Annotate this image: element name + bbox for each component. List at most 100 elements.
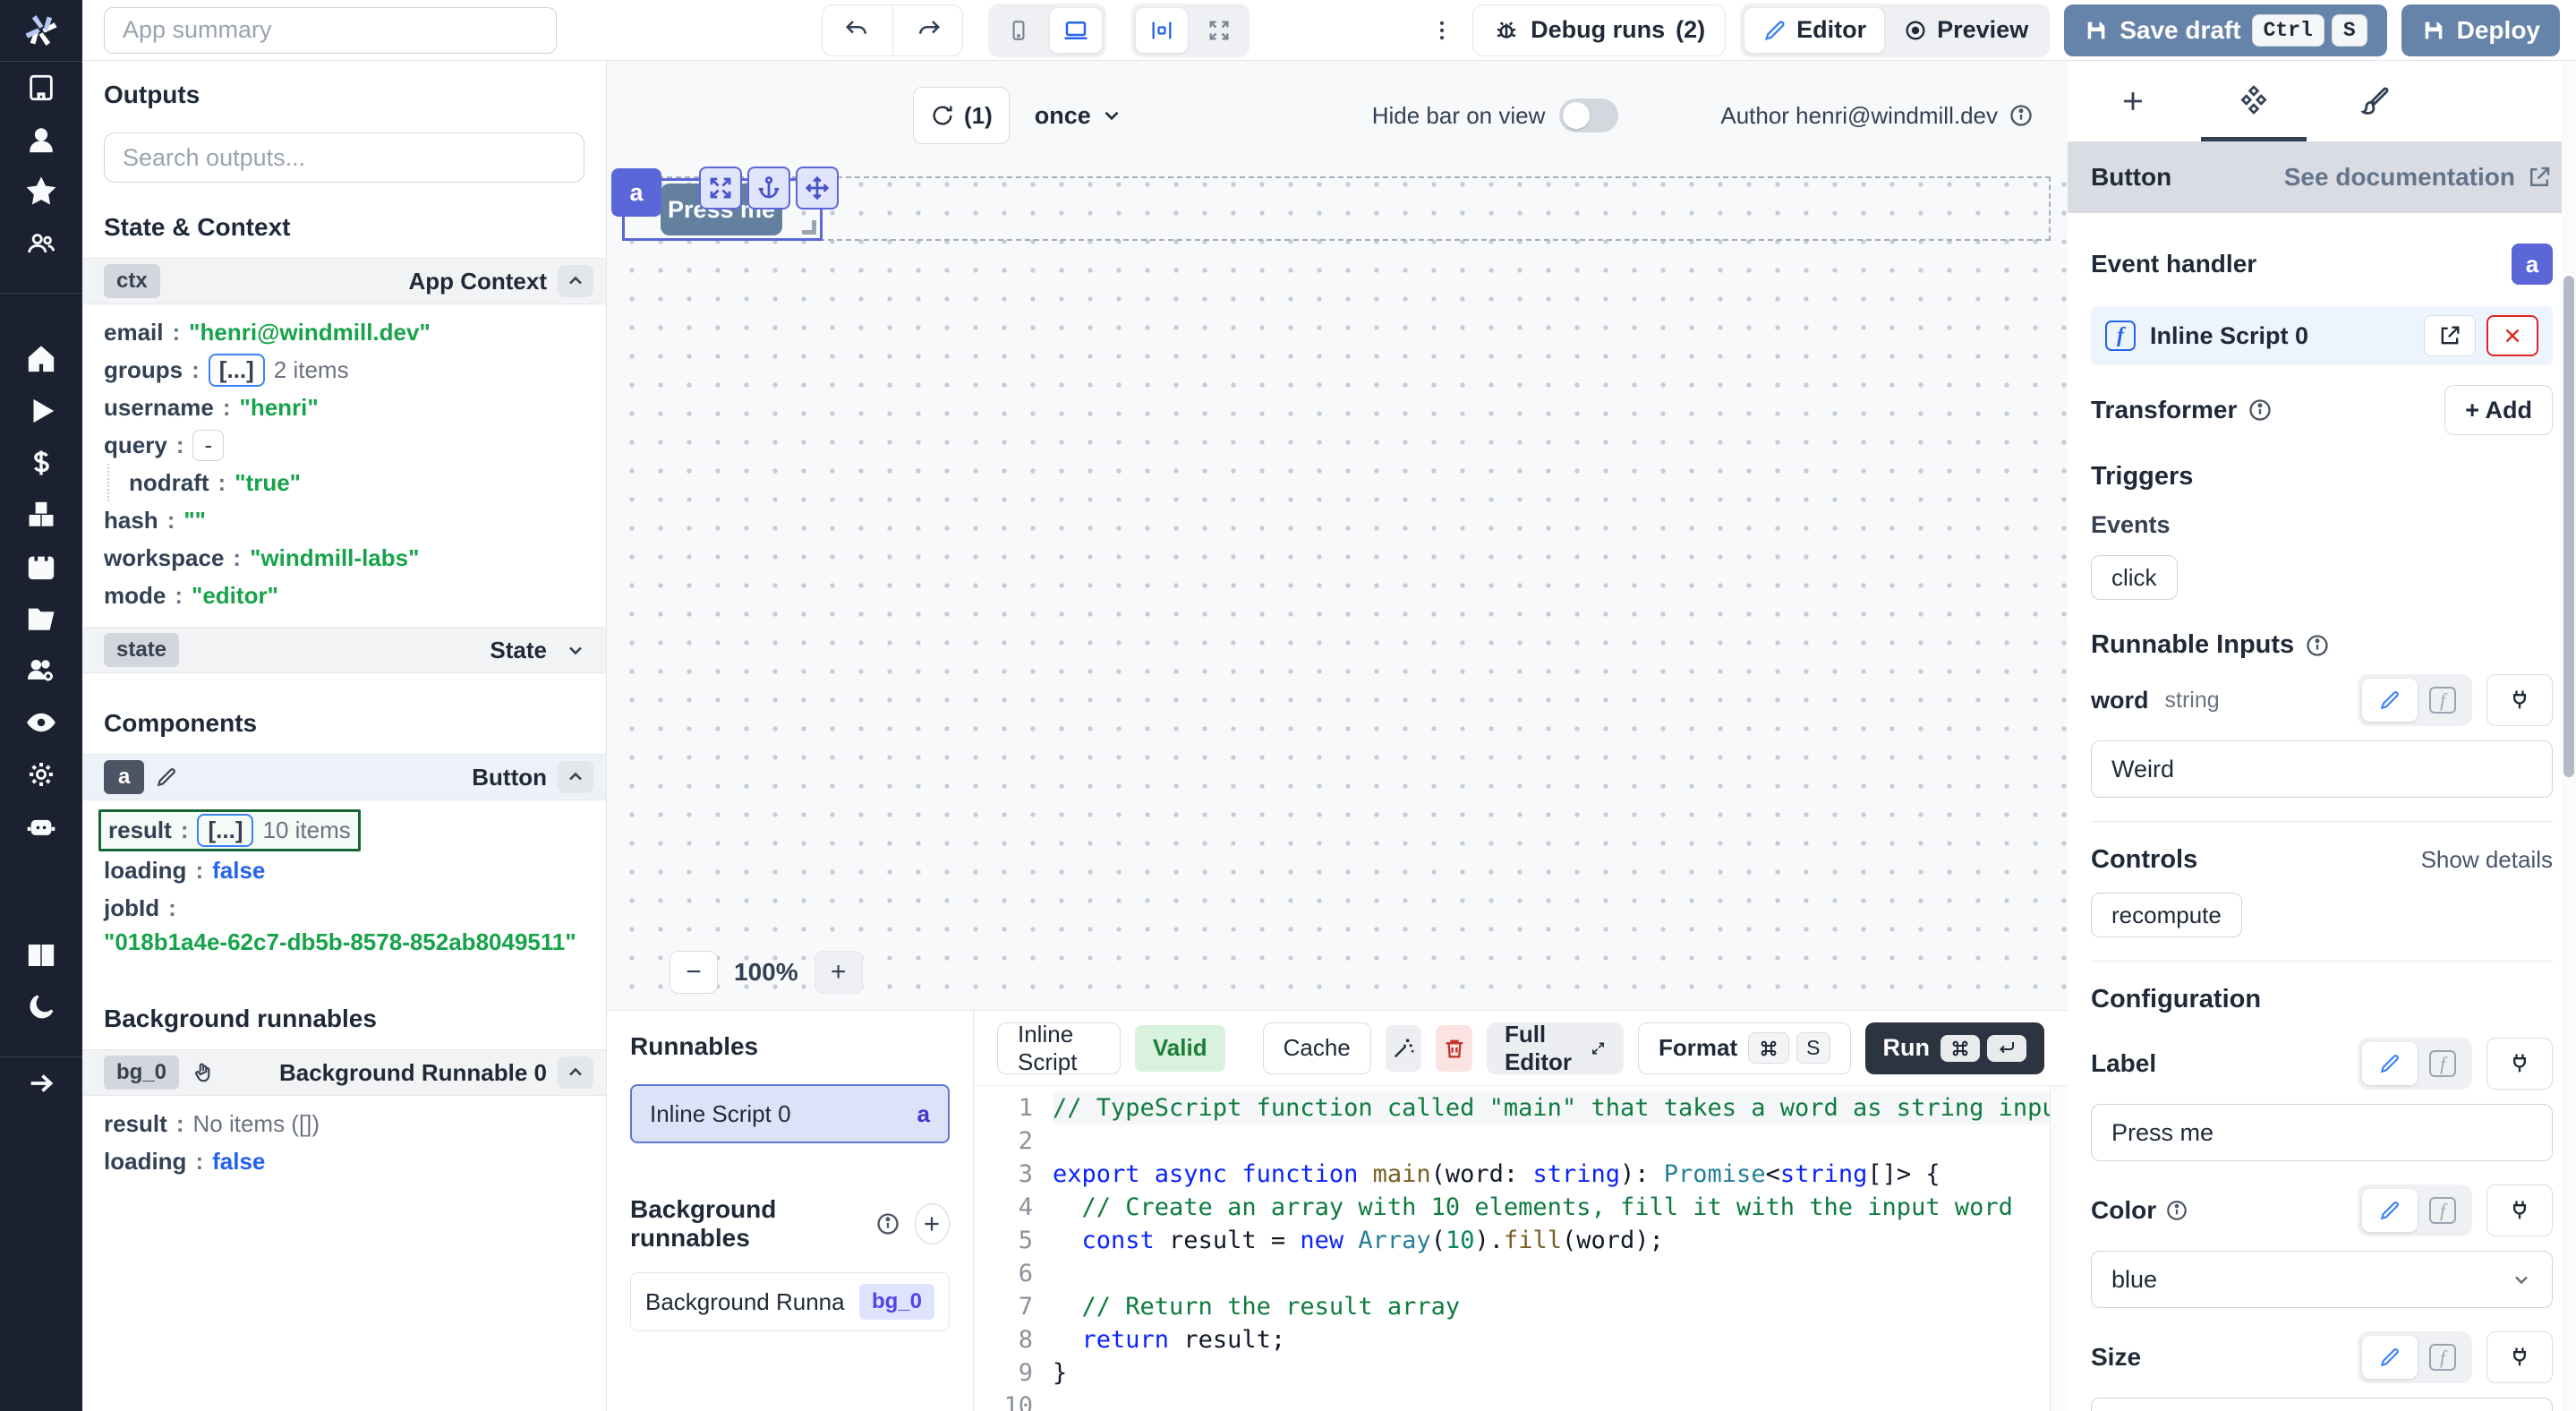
sidebar-dollar-icon[interactable] xyxy=(0,437,82,489)
redo-button[interactable] xyxy=(892,5,962,56)
info-icon[interactable] xyxy=(2165,1199,2188,1222)
add-transformer-button[interactable]: + Add xyxy=(2444,385,2553,435)
code-line[interactable]: export async function main(word: string)… xyxy=(1053,1158,2068,1191)
output-section-a[interactable]: aButton xyxy=(82,754,606,800)
inline-script-row[interactable]: f Inline Script 0 xyxy=(2091,306,2553,365)
color-select[interactable]: blue xyxy=(2091,1251,2553,1308)
connect-input-button[interactable] xyxy=(2486,1184,2553,1236)
open-script-button[interactable] xyxy=(2424,315,2476,356)
static-mode-button[interactable] xyxy=(2362,679,2418,722)
connect-input-button[interactable] xyxy=(2486,674,2553,726)
code-content[interactable]: // TypeScript function called "main" tha… xyxy=(1033,1086,2068,1411)
info-icon[interactable] xyxy=(2305,633,2330,658)
debug-runs-button[interactable]: Debug runs (2) xyxy=(1472,4,1726,56)
fullscreen-button[interactable] xyxy=(1192,7,1246,54)
chevron-up-icon[interactable] xyxy=(558,1056,593,1089)
hide-bar-toggle[interactable] xyxy=(1559,98,1618,133)
output-row-result[interactable]: result:[...]10 items xyxy=(98,809,361,851)
expand-handle[interactable] xyxy=(699,167,742,210)
pencil-icon[interactable] xyxy=(155,765,178,789)
output-row-result[interactable]: result:No items ([]) xyxy=(104,1105,584,1142)
eval-mode-button[interactable]: f xyxy=(2418,1336,2468,1379)
frequency-dropdown[interactable]: once xyxy=(1035,102,1123,130)
sidebar-admin-icon[interactable] xyxy=(0,645,82,697)
sidebar-home-icon[interactable] xyxy=(0,333,82,385)
sidebar-folder-icon[interactable] xyxy=(0,593,82,645)
output-row-query[interactable]: query:- xyxy=(104,426,584,464)
sidebar-building-icon[interactable] xyxy=(0,62,82,114)
sidebar-eye-icon[interactable] xyxy=(0,697,82,748)
output-section-ctx[interactable]: ctxApp Context xyxy=(82,258,606,304)
mobile-view-button[interactable] xyxy=(992,7,1045,54)
info-icon[interactable] xyxy=(2248,398,2273,423)
code-editor[interactable]: 12345678910 // TypeScript function calle… xyxy=(974,1086,2068,1411)
zoom-out-button[interactable]: − xyxy=(670,951,718,994)
static-mode-button[interactable] xyxy=(2362,1336,2418,1379)
anchor-handle[interactable] xyxy=(747,167,790,210)
connect-input-button[interactable] xyxy=(2486,1038,2553,1090)
sidebar-play-icon[interactable] xyxy=(0,385,82,437)
save-draft-button[interactable]: Save draft CtrlS xyxy=(2064,4,2386,56)
remove-script-button[interactable] xyxy=(2486,315,2538,356)
info-icon[interactable] xyxy=(2009,103,2034,128)
output-row-nodraft[interactable]: nodraft:"true" xyxy=(107,464,584,501)
eval-mode-button[interactable]: f xyxy=(2418,1189,2468,1232)
deploy-button[interactable]: Deploy xyxy=(2401,4,2560,56)
chevron-up-icon[interactable] xyxy=(558,761,593,793)
delete-script-button[interactable] xyxy=(1436,1025,1472,1072)
output-row-mode[interactable]: mode:"editor" xyxy=(104,577,584,614)
sidebar-arrow-right-icon[interactable] xyxy=(0,1057,82,1109)
panel-scrollbar[interactable] xyxy=(2562,61,2576,1411)
output-row-loading[interactable]: loading:false xyxy=(104,851,584,889)
add-background-runnable-button[interactable] xyxy=(915,1203,950,1244)
static-mode-button[interactable] xyxy=(2362,1189,2418,1232)
word-input[interactable] xyxy=(2091,740,2553,798)
search-outputs-input[interactable] xyxy=(104,133,584,183)
ai-wand-button[interactable] xyxy=(1386,1025,1422,1072)
code-line[interactable]: // TypeScript function called "main" tha… xyxy=(1053,1091,2068,1125)
code-line[interactable]: return result; xyxy=(1053,1323,2068,1356)
code-line[interactable] xyxy=(1053,1125,2068,1158)
undo-button[interactable] xyxy=(823,5,892,56)
zoom-in-button[interactable]: + xyxy=(815,951,863,994)
eval-mode-button[interactable]: f xyxy=(2418,1042,2468,1085)
center-layout-button[interactable] xyxy=(1135,7,1189,54)
sidebar-robot-icon[interactable] xyxy=(0,800,82,852)
sidebar-user-icon[interactable] xyxy=(0,114,82,166)
info-icon[interactable] xyxy=(875,1211,900,1236)
sidebar-gear-icon[interactable] xyxy=(0,748,82,800)
code-line[interactable]: } xyxy=(1053,1356,2068,1390)
sidebar-calendar-icon[interactable] xyxy=(0,541,82,593)
show-details-link[interactable]: Show details xyxy=(2421,846,2553,874)
runnable-item[interactable]: Inline Script 0a xyxy=(630,1084,950,1143)
script-type-button[interactable]: Inline Script xyxy=(997,1022,1121,1074)
event-chip[interactable]: click xyxy=(2091,555,2178,600)
output-row-jobId[interactable]: jobId: xyxy=(104,889,584,927)
cache-button[interactable]: Cache xyxy=(1263,1022,1371,1074)
output-row-loading[interactable]: loading:false xyxy=(104,1142,584,1180)
preview-tab[interactable]: Preview xyxy=(1885,7,2046,54)
move-handle[interactable] xyxy=(796,167,839,210)
sidebar-star-icon[interactable] xyxy=(0,166,82,218)
app-summary-input[interactable] xyxy=(104,7,557,54)
output-row-email[interactable]: email:"henri@windmill.dev" xyxy=(104,313,584,351)
editor-tab[interactable]: Editor xyxy=(1744,7,1885,54)
output-row-username[interactable]: username:"henri" xyxy=(104,389,584,426)
chevron-up-icon[interactable] xyxy=(558,265,593,297)
output-row-hash[interactable]: hash:"" xyxy=(104,501,584,539)
desktop-view-button[interactable] xyxy=(1049,7,1103,54)
connect-input-button[interactable] xyxy=(2486,1331,2553,1383)
expand-array-badge[interactable]: [...] xyxy=(197,814,253,847)
sidebar-users-icon[interactable] xyxy=(0,218,82,269)
code-line[interactable] xyxy=(1053,1257,2068,1290)
tab-insert-component[interactable] xyxy=(2118,61,2148,141)
component-id-tag[interactable]: a xyxy=(611,168,661,217)
static-mode-button[interactable] xyxy=(2362,1042,2418,1085)
tab-styling[interactable] xyxy=(2359,61,2390,141)
output-section-state[interactable]: stateState xyxy=(82,627,606,673)
sidebar-cubes-icon[interactable] xyxy=(0,489,82,541)
more-menu-button[interactable] xyxy=(1426,5,1458,56)
label-input[interactable] xyxy=(2091,1104,2553,1161)
code-line[interactable]: // Return the result array xyxy=(1053,1290,2068,1323)
editor-scrollbar[interactable] xyxy=(2050,1086,2068,1411)
